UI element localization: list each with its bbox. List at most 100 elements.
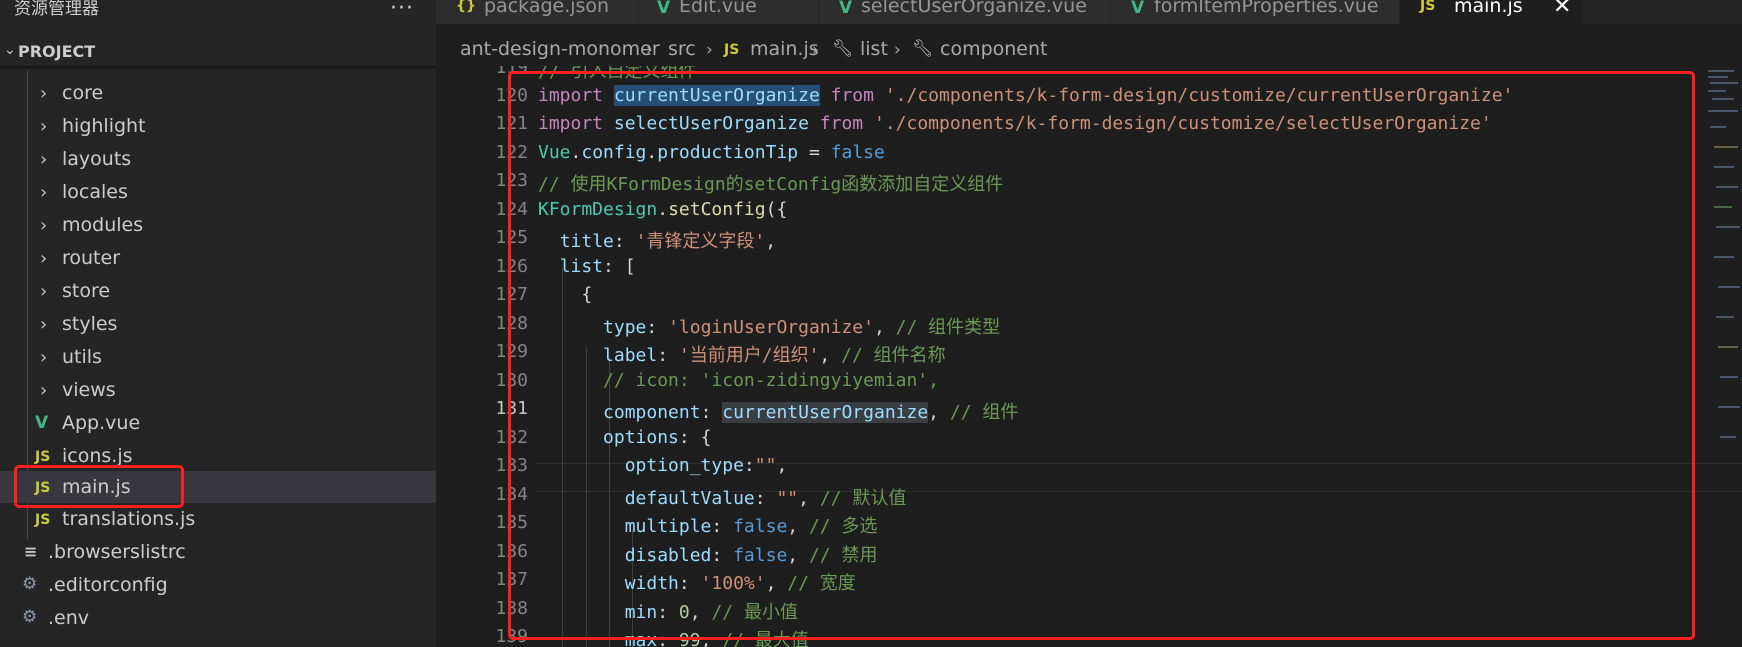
chevron-right-icon: › <box>646 40 653 60</box>
vue-file-icon: V <box>35 413 49 433</box>
js-file-icon: JS <box>35 512 51 528</box>
chevron-right-icon: › <box>40 215 48 236</box>
config-lines-icon: ≡ <box>24 542 38 561</box>
js-file-icon: JS <box>35 449 51 465</box>
tree-file-env[interactable]: ⚙ .env <box>0 602 436 635</box>
tree-item-label: views <box>62 379 116 401</box>
minimap-line <box>1710 82 1738 84</box>
tree-item-label: .env <box>48 607 90 629</box>
tree-item-label: core <box>62 82 104 104</box>
chevron-right-icon: › <box>894 40 901 60</box>
tree-item-label: highlight <box>62 115 146 137</box>
tree-folder-highlight[interactable]: › highlight <box>0 110 436 143</box>
tree-item-label: store <box>62 280 111 302</box>
minimap-line <box>1708 90 1726 92</box>
tab-form-item-properties-vue[interactable]: V formItemProperties.vue <box>1111 0 1400 24</box>
annotation-box-main-js <box>14 465 184 508</box>
breadcrumb-item-list[interactable]: list <box>860 38 888 60</box>
minimap-line <box>1714 206 1732 208</box>
tree-item-label: layouts <box>62 148 132 170</box>
minimap-line <box>1720 436 1736 438</box>
chevron-right-icon: › <box>40 314 48 335</box>
close-icon[interactable]: ✕ <box>1553 0 1571 19</box>
explorer-sidebar: 资源管理器 ··· ⌄ PROJECT › core › highlight ›… <box>0 0 436 647</box>
annotation-box-code <box>508 71 1695 640</box>
tree-item-label: router <box>62 247 121 269</box>
minimap-line <box>1714 256 1734 258</box>
minimap-line <box>1716 316 1734 318</box>
project-section-header[interactable]: ⌄ PROJECT <box>0 36 436 66</box>
minimap-line <box>1708 70 1734 72</box>
tree-item-label: .editorconfig <box>48 574 168 596</box>
breadcrumb-item-project[interactable]: ant-design-monomer <box>460 38 660 60</box>
tree-item-label: locales <box>62 181 128 203</box>
minimap-line <box>1710 126 1726 128</box>
vue-file-icon: V <box>839 0 853 18</box>
js-file-icon: JS <box>1420 0 1436 14</box>
tree-folder-layouts[interactable]: › layouts <box>0 143 436 176</box>
chevron-right-icon: › <box>40 83 48 104</box>
tree-item-label: icons.js <box>62 445 133 467</box>
tree-item-label: utils <box>62 346 102 368</box>
tree-file-app-vue[interactable]: V App.vue <box>0 407 436 440</box>
chevron-down-icon: ⌄ <box>4 42 16 58</box>
chevron-right-icon: › <box>40 281 48 302</box>
chevron-right-icon: › <box>706 40 713 60</box>
tab-label: selectUserOrganize.vue <box>861 0 1087 17</box>
section-shadow <box>0 66 436 70</box>
project-label: PROJECT <box>18 42 96 61</box>
breadcrumb: ant-design-monomer › src › JS main.js › … <box>436 36 1742 66</box>
vue-file-icon: V <box>657 0 671 18</box>
chevron-right-icon: › <box>40 182 48 203</box>
chevron-right-icon: › <box>40 248 48 269</box>
tab-main-js[interactable]: JS main.js ✕ <box>1400 0 1583 24</box>
chevron-right-icon: › <box>40 347 48 368</box>
minimap-line <box>1708 110 1738 112</box>
tree-folder-core[interactable]: › core <box>0 77 436 110</box>
js-file-icon: JS <box>724 42 740 58</box>
breadcrumb-item-component[interactable]: component <box>940 38 1048 60</box>
tree-folder-store[interactable]: › store <box>0 275 436 308</box>
tree-folder-utils[interactable]: › utils <box>0 341 436 374</box>
minimap-line <box>1718 286 1740 288</box>
tree-folder-views[interactable]: › views <box>0 374 436 407</box>
minimap-line <box>1718 406 1740 408</box>
minimap-line <box>1720 376 1738 378</box>
tree-folder-modules[interactable]: › modules <box>0 209 436 242</box>
gear-icon: ⚙ <box>22 607 38 627</box>
json-file-icon: {} <box>456 0 476 14</box>
minimap[interactable] <box>1706 66 1742 466</box>
tab-select-user-organize-vue[interactable]: V selectUserOrganize.vue <box>819 0 1111 24</box>
tab-package-json[interactable]: {} package.json <box>436 0 639 24</box>
chevron-right-icon: › <box>40 380 48 401</box>
tree-folder-styles[interactable]: › styles <box>0 308 436 341</box>
tree-item-label: styles <box>62 313 118 335</box>
minimap-line <box>1716 226 1740 228</box>
more-actions-icon[interactable]: ··· <box>390 0 414 21</box>
wrench-icon: 🔧︎ <box>912 39 934 59</box>
explorer-title: 资源管理器 <box>14 0 99 19</box>
minimap-line <box>1718 346 1738 348</box>
tab-edit-vue[interactable]: V Edit.vue <box>639 0 819 24</box>
tree-folder-locales[interactable]: › locales <box>0 176 436 209</box>
chevron-right-icon: › <box>812 40 819 60</box>
breadcrumb-item-file[interactable]: main.js <box>750 38 819 60</box>
vue-file-icon: V <box>1131 0 1145 18</box>
tree-item-label: .browserslistrc <box>48 541 186 563</box>
minimap-line <box>1712 98 1734 100</box>
wrench-icon: 🔧︎ <box>832 39 854 59</box>
gear-icon: ⚙ <box>22 574 38 594</box>
tab-label: package.json <box>484 0 610 17</box>
minimap-line <box>1714 166 1734 168</box>
tree-file-browserslistrc[interactable]: ≡ .browserslistrc <box>0 536 436 569</box>
tree-file-editorconfig[interactable]: ⚙ .editorconfig <box>0 569 436 602</box>
tree-item-label: App.vue <box>62 412 141 434</box>
tree-folder-router[interactable]: › router <box>0 242 436 275</box>
minimap-line <box>1714 146 1738 148</box>
breadcrumb-item-src[interactable]: src <box>668 38 696 60</box>
editor-tab-bar: {} package.json V Edit.vue V selectUserO… <box>436 0 1742 24</box>
tree-item-label: translations.js <box>62 508 196 530</box>
minimap-line <box>1708 76 1728 78</box>
tab-label: Edit.vue <box>679 0 757 17</box>
tree-item-label: modules <box>62 214 144 236</box>
